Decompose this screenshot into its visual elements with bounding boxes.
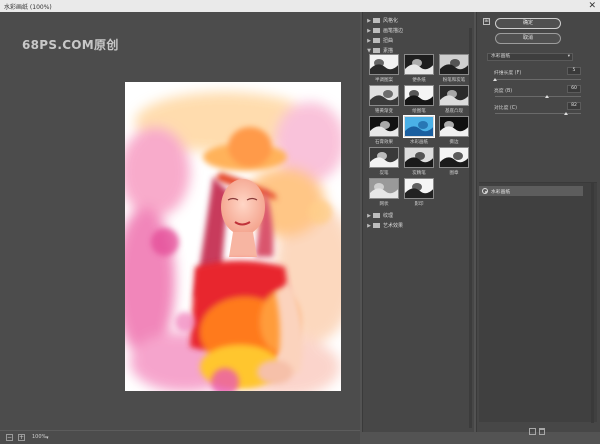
filter-thumbnail-label: 半调图案 (375, 78, 393, 83)
zoom-in-button[interactable]: + (18, 434, 25, 441)
filter-thumbnail-label: 石膏效果 (375, 140, 393, 145)
filter-thumbnail-label: 图章 (449, 171, 459, 176)
filter-thumbnail-label: 粉笔和炭笔 (442, 78, 466, 83)
contrast-input[interactable]: 82 (567, 102, 581, 110)
folder-label: 素描 (383, 48, 394, 54)
folder-brush-strokes[interactable]: ▶ 画笔描边 (365, 26, 469, 35)
new-layer-icon[interactable] (529, 428, 536, 435)
contrast-slider-handle[interactable] (563, 112, 568, 115)
brightness-input[interactable]: 60 (567, 85, 581, 93)
filter-thumbnail[interactable] (403, 115, 435, 138)
folder-open-icon (373, 48, 380, 53)
brightness-slider-handle[interactable] (544, 95, 549, 98)
filter-thumbnail[interactable] (439, 85, 469, 106)
filter-thumbnail-label: 炭笔 (379, 171, 389, 176)
filter-thumbnail-label: 铬黄渐变 (375, 109, 393, 114)
chevron-right-icon: ▶ (367, 212, 371, 219)
folder-icon (373, 213, 380, 218)
chevron-right-icon: ▶ (367, 27, 371, 34)
contrast-label: 对比度 (C) (494, 106, 518, 111)
filter-thumbnail-label: 绘图笔 (412, 109, 426, 114)
filter-thumbnail[interactable] (369, 147, 399, 168)
filter-select[interactable]: 水彩画纸 ▾ (487, 53, 573, 61)
fiber-length-slider-handle[interactable] (493, 78, 497, 81)
chevron-down-icon: ▼ (367, 47, 371, 54)
filter-thumbnail-label: 便条纸 (412, 78, 426, 83)
window-title: 水彩画纸 (100%) (4, 4, 52, 11)
filter-thumbnail[interactable] (369, 85, 399, 106)
trash-icon[interactable] (539, 428, 545, 435)
gallery-scrollbar[interactable] (469, 28, 472, 428)
brightness-label: 亮度 (B) (494, 89, 513, 94)
filter-thumbnail-label: 网状 (379, 202, 389, 207)
filter-thumbnail[interactable] (404, 85, 434, 106)
folder-stylize[interactable]: ▶ 风格化 (365, 16, 469, 25)
eye-icon[interactable] (482, 188, 488, 194)
cancel-button[interactable]: 取消 (495, 33, 561, 44)
filter-thumbnail[interactable] (439, 116, 469, 137)
filter-thumbnail-label: 基底凸现 (445, 109, 463, 114)
folder-icon (373, 223, 380, 228)
filter-thumbnail[interactable] (404, 54, 434, 75)
folder-label: 扭曲 (383, 38, 394, 44)
contrast-slider[interactable] (495, 113, 581, 114)
chevron-right-icon: ▶ (367, 222, 371, 229)
filter-thumbnail-label: 影印 (414, 202, 424, 207)
zoom-out-button[interactable]: − (6, 434, 13, 441)
filter-thumbnail[interactable] (439, 54, 469, 75)
watercolor-portrait-image (125, 82, 341, 391)
zoom-dropdown-icon[interactable]: ▾ (46, 435, 49, 441)
filter-thumbnail[interactable] (404, 147, 434, 168)
preview-area[interactable]: 68PS.COM原创 (0, 12, 360, 430)
effect-layer-name: 水彩画纸 (491, 190, 511, 195)
effect-layer-row[interactable]: 水彩画纸 (479, 186, 583, 196)
filter-thumbnail[interactable] (439, 147, 469, 168)
status-bar: − + 100% ▾ (0, 430, 360, 444)
zoom-level[interactable]: 100% (32, 434, 46, 440)
folder-label: 风格化 (383, 18, 399, 24)
settings-panel: ⊞ 确定 取消 水彩画纸 ▾ 纤维长度 (F) 5 亮度 (B) 60 对比度 … (476, 12, 600, 435)
filter-thumbnail[interactable] (369, 178, 399, 199)
close-icon[interactable]: ✕ (588, 0, 596, 12)
folder-texture[interactable]: ▶ 纹理 (365, 211, 469, 220)
preview-image[interactable] (125, 82, 341, 391)
filter-thumbnail[interactable] (369, 54, 399, 75)
chevron-right-icon: ▶ (367, 17, 371, 24)
filter-thumbnail-label: 水彩画纸 (410, 140, 428, 145)
fiber-length-slider[interactable] (495, 79, 581, 80)
filter-thumbnail[interactable] (369, 116, 399, 137)
layers-scrollbar[interactable] (591, 183, 594, 423)
filter-thumbnail[interactable] (404, 178, 434, 199)
folder-label: 画笔描边 (383, 28, 404, 34)
effect-layers-panel: 水彩画纸 (479, 182, 597, 423)
folder-label: 纹理 (383, 213, 394, 219)
collapse-gallery-icon[interactable]: ⊞ (483, 18, 490, 25)
title-bar: 水彩画纸 (100%) ✕ (0, 0, 600, 12)
filter-thumbnail-label: 炭精笔 (412, 171, 426, 176)
folder-label: 艺术效果 (383, 223, 404, 229)
watermark: 68PS.COM原创 (22, 38, 119, 52)
folder-distort[interactable]: ▶ 扭曲 (365, 36, 469, 45)
filter-select-value: 水彩画纸 (491, 54, 511, 59)
folder-artistic[interactable]: ▶ 艺术效果 (365, 221, 469, 230)
filter-gallery[interactable]: ▶ 风格化 ▶ 画笔描边 ▶ 扭曲 ▼ 素描 ▶ 纹理 ▶ 艺术效果 半调图案 便… (362, 12, 474, 432)
brightness-slider[interactable] (495, 96, 581, 97)
folder-icon (373, 28, 380, 33)
folder-icon (373, 18, 380, 23)
chevron-down-icon: ▾ (567, 54, 570, 59)
folder-icon (373, 38, 380, 43)
fiber-length-input[interactable]: 5 (567, 67, 581, 75)
fiber-length-label: 纤维长度 (F) (494, 71, 522, 76)
ok-button[interactable]: 确定 (495, 18, 561, 29)
chevron-right-icon: ▶ (367, 37, 371, 44)
filter-thumbnail-label: 撕边 (449, 140, 459, 145)
